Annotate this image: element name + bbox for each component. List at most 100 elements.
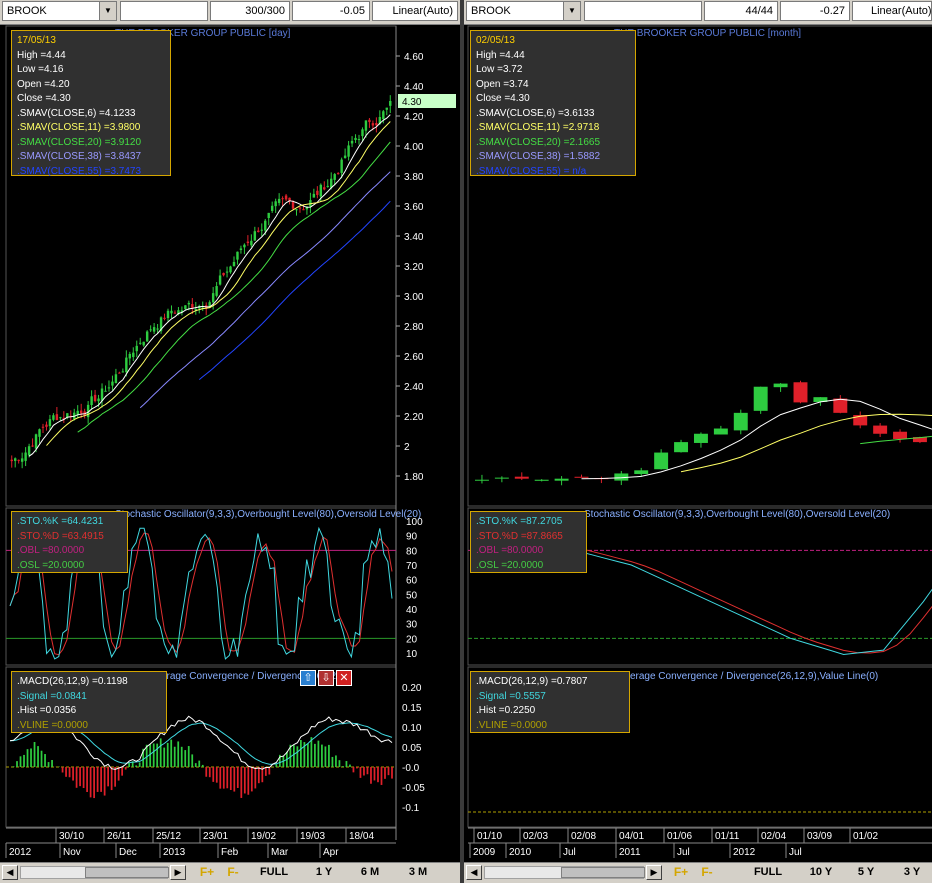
range-1y-button[interactable]: 1 Y (306, 865, 342, 880)
range-10y-button[interactable]: 10 Y (802, 865, 840, 880)
date-label: 03/09 (807, 831, 832, 842)
candle-body (173, 312, 177, 314)
sto-tick-label: 60 (406, 576, 418, 587)
macd-tick-label: 0.20 (402, 683, 422, 694)
scrollbar-thumb[interactable] (561, 867, 645, 878)
candle-body (145, 331, 149, 342)
candle-body (514, 476, 529, 479)
candle-body (873, 425, 888, 434)
candle-body (385, 107, 389, 110)
move-down-icon[interactable]: ⇩ (318, 670, 334, 686)
stochastic-title: Stochastic Oscillator(9,3,3),Overbought … (115, 509, 421, 520)
zoom-out-button[interactable]: F- (696, 865, 718, 880)
date-label: Jul (789, 847, 802, 858)
price-info-box: 17/05/13 High =4.44 Low =4.16 Open =4.20… (11, 30, 171, 177)
info-date: 17/05/13 (17, 35, 56, 46)
sto-obl-value: .OBL =80.0000 (476, 545, 544, 556)
candle-body (382, 111, 385, 119)
zoom-in-button[interactable]: F+ (196, 865, 218, 880)
price-tick-label: 2.40 (404, 382, 424, 393)
date-label: 19/03 (300, 831, 325, 842)
candle-body (250, 240, 253, 246)
date-label: 2013 (163, 847, 186, 858)
candle-body (246, 241, 250, 244)
sma-11-line (680, 413, 932, 473)
candle-body (277, 198, 281, 203)
scroll-left-icon[interactable]: ◀ (466, 865, 482, 880)
scrollbar-track[interactable] (20, 866, 169, 879)
candle-body (350, 140, 354, 144)
candle-body (135, 345, 138, 352)
scroll-right-icon[interactable]: ▶ (170, 865, 186, 880)
date-label: 25/12 (156, 831, 181, 842)
candle-body (232, 261, 236, 267)
scrollbar-thumb[interactable] (85, 867, 169, 878)
candle-body (191, 304, 194, 308)
candle-body (302, 209, 305, 211)
date-label: 01/02 (853, 831, 878, 842)
range-5y-button[interactable]: 5 Y (850, 865, 882, 880)
candle-body (187, 302, 191, 305)
scroll-right-icon[interactable]: ▶ (646, 865, 662, 880)
candle-body (125, 357, 128, 373)
price-tick-label: 2.20 (404, 412, 424, 423)
candle-body (368, 119, 371, 123)
candle-body (494, 477, 509, 479)
info-sma38: .SMAV(CLOSE,38) =3.8437 (17, 151, 142, 162)
date-label: 02/03 (523, 831, 548, 842)
candle-body (139, 342, 142, 344)
sto-obl-value: .OBL =80.0000 (17, 545, 85, 556)
sto-d-value: .STO.%D =63.4915 (17, 530, 104, 542)
daily-chart-panel: BROOK ▼ 300/300 -0.05 Linear(Auto) 4.60 4… (0, 0, 460, 883)
macd-tick-label: -0.05 (402, 783, 425, 794)
sma-38-line (139, 171, 391, 409)
candle-body (340, 159, 343, 173)
close-icon[interactable]: ✕ (336, 670, 352, 686)
candle-body (893, 431, 908, 439)
info-sma6: .SMAV(CLOSE,6) =4.1233 (17, 107, 136, 119)
info-low: Low =3.72 (476, 64, 523, 75)
right-range-bar: ◀ ▶ F+ F- FULL 10 Y 5 Y 3 Y (464, 862, 932, 883)
scrollbar-track[interactable] (484, 866, 645, 879)
candle-body (229, 266, 232, 273)
candle-body (267, 212, 270, 219)
date-label: 2012 (9, 847, 32, 858)
price-tick-label: 3.20 (404, 262, 424, 273)
macd-tick-label: -0.0 (402, 763, 420, 774)
signal-value: .Signal =0.5557 (476, 690, 546, 702)
range-6m-button[interactable]: 6 M (352, 865, 388, 880)
candle-body (121, 371, 125, 373)
scroll-left-icon[interactable]: ◀ (2, 865, 18, 880)
zoom-in-button[interactable]: F+ (670, 865, 692, 880)
sto-tick-label: 50 (406, 590, 418, 601)
candle-body (257, 230, 260, 233)
left-range-bar: ◀ ▶ F+ F- FULL 1 Y 6 M 3 M (0, 862, 460, 883)
candle-body (166, 310, 170, 319)
info-high: High =4.44 (17, 49, 66, 61)
candle-body (674, 442, 689, 453)
candle-body (17, 459, 20, 461)
candle-body (142, 341, 145, 346)
sto-tick-label: 80 (406, 546, 418, 557)
zoom-out-button[interactable]: F- (222, 865, 244, 880)
range-3m-button[interactable]: 3 M (400, 865, 436, 880)
date-label: 01/10 (477, 831, 502, 842)
monthly-chart-panel: BROOK ▼ 44/44 -0.27 Linear(Auto) 4.604.4… (464, 0, 932, 883)
range-full-button[interactable]: FULL (748, 865, 788, 880)
info-sma11: .SMAV(CLOSE,11) =3.9800 (17, 122, 141, 133)
candle-body (132, 352, 135, 358)
info-sma38: .SMAV(CLOSE,38) =1.5882 (476, 151, 601, 162)
range-3y-button[interactable]: 3 Y (896, 865, 928, 880)
candle-body (48, 419, 52, 427)
vline-value: .VLINE =0.0000 (476, 719, 547, 731)
signal-value: .Signal =0.0841 (17, 690, 87, 702)
candle-body (104, 390, 107, 392)
range-full-button[interactable]: FULL (254, 865, 294, 880)
sto-tick-label: 70 (406, 561, 418, 572)
candle-body (357, 139, 361, 141)
candle-body (45, 424, 48, 427)
price-tick-label: 4.40 (404, 82, 424, 93)
move-up-icon[interactable]: ⇧ (300, 670, 316, 686)
candle-body (52, 415, 55, 420)
info-open: Open =4.20 (17, 78, 70, 90)
